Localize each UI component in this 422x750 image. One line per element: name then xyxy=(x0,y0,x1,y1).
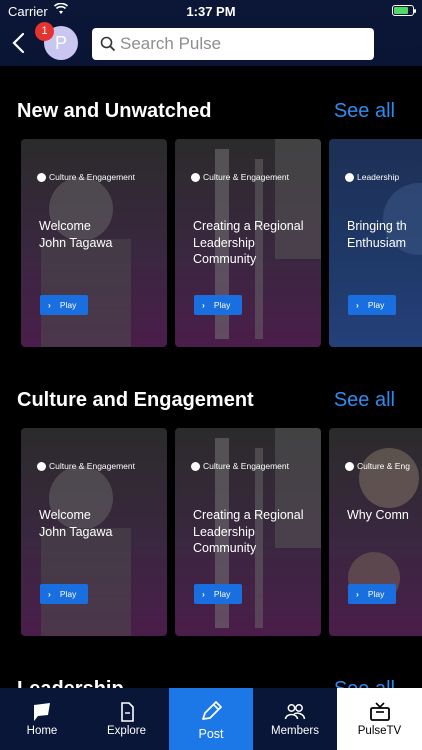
category-icon xyxy=(37,172,46,182)
chevron-right-icon: › xyxy=(48,589,51,599)
section-leadership: Leadership See all xyxy=(0,644,422,688)
search-input[interactable] xyxy=(120,28,370,60)
category-tag: Culture & Eng xyxy=(345,461,410,471)
search-icon xyxy=(100,36,116,52)
card-title: Welcome John Tagawa xyxy=(39,219,113,250)
play-button[interactable]: › Play xyxy=(194,584,242,604)
card-title: Bringing th Enthusiam xyxy=(347,219,407,250)
card-title: Welcome John Tagawa xyxy=(39,508,113,539)
chevron-right-icon: › xyxy=(202,300,205,310)
video-card[interactable]: Culture & Engagement Creating a Regional… xyxy=(175,428,321,636)
tab-post[interactable]: Post xyxy=(169,688,253,750)
category-tag: Leadership xyxy=(345,172,399,182)
category-tag: Culture & Engagement xyxy=(37,461,135,471)
video-card[interactable]: Culture & Eng Why Comn › Play xyxy=(329,428,422,636)
battery-icon xyxy=(392,5,416,16)
card-title: Why Comn xyxy=(347,508,409,522)
back-arrow-icon[interactable] xyxy=(8,30,30,56)
video-card[interactable]: Culture & Engagement Welcome John Tagawa… xyxy=(21,428,167,636)
category-icon xyxy=(191,461,200,471)
category-tag: Culture & Engagement xyxy=(37,172,135,182)
card-carousel[interactable]: Culture & Engagement Welcome John Tagawa… xyxy=(21,428,422,636)
notification-badge: 1 xyxy=(35,22,54,41)
chevron-right-icon: › xyxy=(356,300,359,310)
section-new-unwatched: New and Unwatched See all Culture & Enga… xyxy=(0,66,422,366)
play-button[interactable]: › Play xyxy=(194,295,242,315)
card-carousel[interactable]: Culture & Engagement Welcome John Tagawa… xyxy=(21,139,422,347)
category-icon xyxy=(191,172,200,182)
search-bar[interactable] xyxy=(92,28,374,60)
tab-members[interactable]: Members xyxy=(253,688,337,750)
chevron-right-icon: › xyxy=(202,589,205,599)
play-button[interactable]: › Play xyxy=(348,295,396,315)
category-icon xyxy=(37,461,46,471)
status-bar: Carrier 1:37 PM xyxy=(0,0,422,22)
video-card[interactable]: Culture & Engagement Welcome John Tagawa… xyxy=(21,139,167,347)
section-title: Leadership xyxy=(17,678,124,688)
tab-explore[interactable]: Explore xyxy=(84,688,169,750)
video-thumbnail xyxy=(348,448,419,604)
video-card[interactable]: Leadership Bringing th Enthusiam › Play xyxy=(329,139,422,347)
chevron-right-icon: › xyxy=(356,589,359,599)
see-all-link[interactable]: See all xyxy=(334,389,395,412)
section-title: Culture and Engagement xyxy=(17,389,254,411)
clock: 1:37 PM xyxy=(186,4,236,19)
card-title: Creating a Regional Leadership Community xyxy=(193,219,304,266)
see-all-link[interactable]: See all xyxy=(334,678,395,688)
card-title: Creating a Regional Leadership Community xyxy=(193,508,304,555)
chevron-right-icon: › xyxy=(48,300,51,310)
play-button[interactable]: › Play xyxy=(40,584,88,604)
category-tag: Culture & Engagement xyxy=(191,172,289,182)
tv-icon xyxy=(369,702,390,721)
tab-home[interactable]: Home xyxy=(0,688,84,750)
category-tag: Culture & Engagement xyxy=(191,461,289,471)
see-all-link[interactable]: See all xyxy=(334,100,395,123)
play-button[interactable]: › Play xyxy=(348,584,396,604)
section-title: New and Unwatched xyxy=(17,100,212,122)
category-icon xyxy=(345,461,354,471)
section-culture-engagement: Culture and Engagement See all Culture &… xyxy=(0,355,422,655)
document-icon xyxy=(120,702,134,722)
tab-bar: Home Explore Post Members PulseTV xyxy=(0,688,422,750)
people-icon xyxy=(284,704,306,720)
flag-icon xyxy=(34,703,50,721)
play-button[interactable]: › Play xyxy=(40,295,88,315)
tab-pulsetv[interactable]: PulseTV xyxy=(337,688,422,750)
category-icon xyxy=(345,172,354,182)
top-header: Carrier 1:37 PM P 1 xyxy=(0,0,422,66)
pencil-icon xyxy=(202,701,222,720)
video-card[interactable]: Culture & Engagement Creating a Regional… xyxy=(175,139,321,347)
